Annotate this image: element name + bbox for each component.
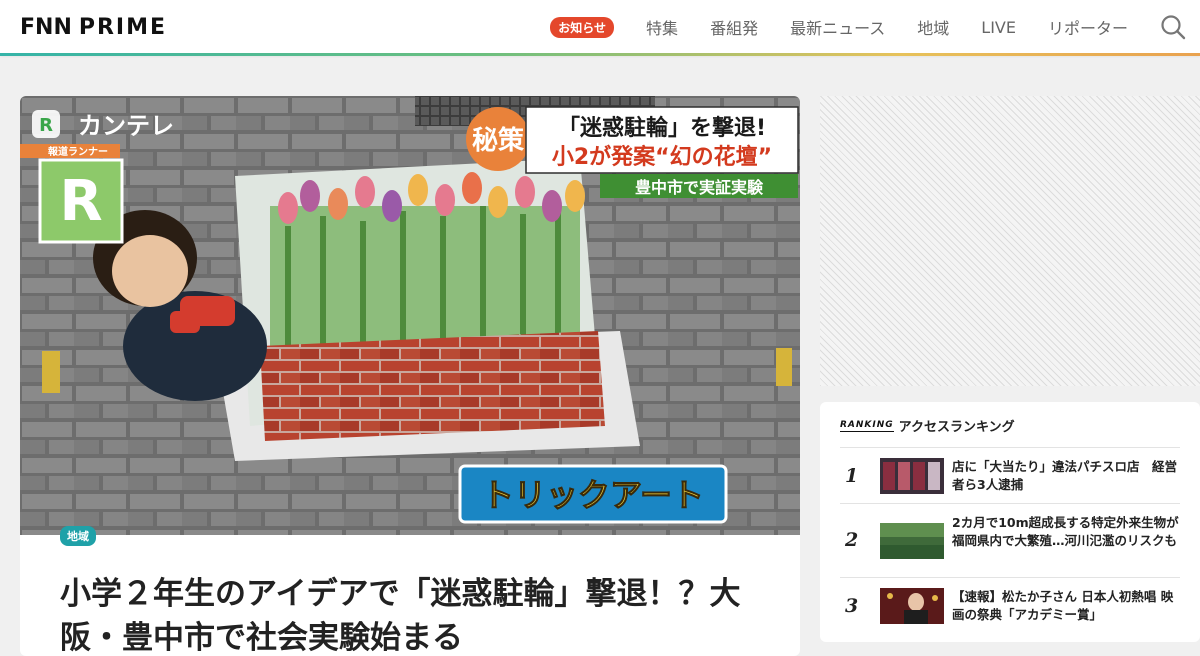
ranking-item-title: 2カ月で10m超成長する特定外来生物が福岡県内で大繁殖…河川氾濫のリスクも (952, 515, 1179, 548)
station-name: カンテレ (78, 112, 174, 140)
caption-line1: 「迷惑駐輪」を撃退! (558, 115, 766, 141)
main-nav: お知らせ 特集 番組発 最新ニュース 地域 LIVE リポーター (550, 0, 1200, 54)
article-headline[interactable]: 小学２年生のアイデアで「迷惑駐輪」撃退！？大阪・豊中市で社会実験始まる (60, 572, 760, 656)
trick-art-label: トリックアート (482, 476, 704, 514)
logo-prime: PRIME (78, 14, 168, 40)
advertisement-placeholder (820, 96, 1200, 386)
nav-item-reporter[interactable]: リポーター (1048, 15, 1128, 39)
ranking-item-2[interactable]: 2 2カ月で10m超成長する特定外来生物が福岡県内で大繁殖…河川氾濫のリスクも (840, 503, 1180, 578)
ranking-thumbnail-2[interactable] (880, 523, 944, 559)
station-logo: R カンテレ (32, 110, 174, 140)
ranking-item-1[interactable]: 1 店に「大当たり」違法パチスロ店 経営者ら3人逮捕 (840, 447, 1180, 504)
ranking-title: アクセスランキング (898, 420, 1015, 435)
ranking-item-3[interactable]: 3 【速報】松たか子さん 日本人初熱唱 映画の祭典「アカデミー賞」 (840, 577, 1180, 638)
caption-line2: 小2が発案“幻の花壇” (552, 144, 772, 170)
logo-fnn: FNN (20, 14, 72, 40)
nav-item-programs[interactable]: 番組発 (710, 15, 758, 39)
ranking-thumbnail-1[interactable] (880, 458, 944, 494)
category-tag[interactable]: 地域 (60, 526, 96, 546)
notice-badge[interactable]: お知らせ (550, 16, 615, 38)
nav-item-region[interactable]: 地域 (917, 15, 949, 39)
secret-badge: 秘策 (472, 125, 524, 156)
svg-text:R: R (59, 169, 102, 234)
rank-number: 3 (845, 595, 859, 617)
rank-number: 2 (845, 529, 859, 551)
ranking-thumbnail-3[interactable] (880, 588, 944, 624)
nav-item-live[interactable]: LIVE (981, 18, 1016, 37)
site-header: FNN PRIME お知らせ 特集 番組発 最新ニュース 地域 LIVE リポー… (0, 0, 1200, 56)
program-corner-label: 報道ランナー (48, 145, 108, 158)
header-accent-stripe (0, 53, 1200, 56)
ranking-header: RANKING アクセスランキング (840, 416, 1015, 435)
nav-item-latest-news[interactable]: 最新ニュース (790, 15, 885, 39)
featured-article-card[interactable]: R カンテレ 報道ランナー R 秘策 「迷惑駐輪」を撃退! 小2が発案“幻の花壇… (20, 96, 800, 656)
ranking-widget: RANKING アクセスランキング 1 店に「大当たり」違法パチスロ店 経営者ら… (820, 402, 1200, 642)
search-icon[interactable] (1160, 14, 1186, 40)
tulip-stems (270, 206, 580, 356)
article-hero-image[interactable]: R カンテレ 報道ランナー R 秘策 「迷惑駐輪」を撃退! 小2が発案“幻の花壇… (20, 96, 800, 535)
fnn-prime-logo[interactable]: FNN PRIME (20, 14, 168, 40)
ranking-item-title: 店に「大当たり」違法パチスロ店 経営者ら3人逮捕 (952, 459, 1178, 492)
ranking-label-en: RANKING (840, 419, 894, 432)
ranking-item-title: 【速報】松たか子さん 日本人初熱唱 映画の祭典「アカデミー賞」 (952, 589, 1174, 622)
caption-line3: 豊中市で実証実験 (635, 178, 764, 197)
rank-number: 1 (845, 465, 859, 487)
nav-item-features[interactable]: 特集 (646, 15, 678, 39)
svg-text:R: R (39, 115, 53, 136)
